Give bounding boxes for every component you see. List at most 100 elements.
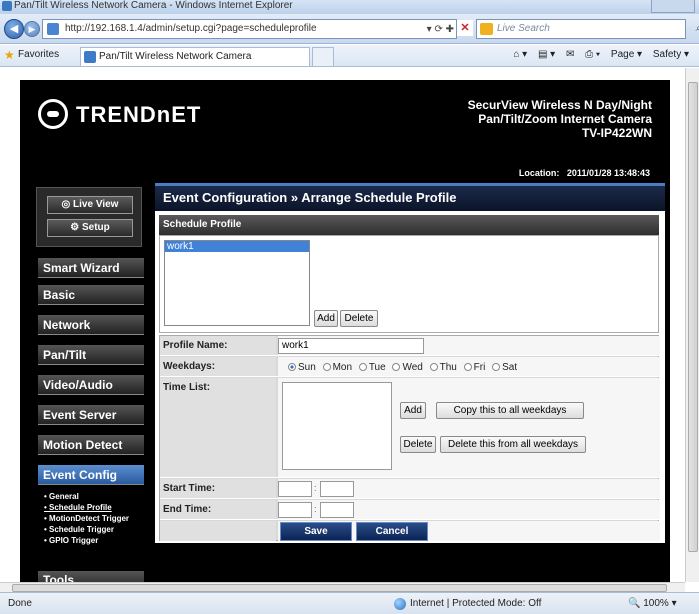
add-time-button[interactable]: Add — [400, 402, 426, 419]
home-icon[interactable]: ⌂ ▾ — [513, 49, 527, 60]
start-time-row: Start Time: : — [160, 479, 660, 499]
submenu-gpio-trigger[interactable]: • GPIO Trigger — [44, 535, 129, 546]
tab-page-icon — [84, 51, 96, 63]
profile-list-item[interactable]: work1 — [165, 241, 309, 252]
copy-to-all-weekdays-button[interactable]: Copy this to all weekdays — [436, 402, 584, 419]
weekday-radios: Sun Mon Tue Wed Thu Fri Sat — [284, 362, 517, 373]
time-separator: : — [314, 483, 317, 493]
menu-video-audio[interactable]: Video/Audio — [38, 375, 144, 395]
main-panel: Event Configuration » Arrange Schedule P… — [155, 183, 665, 543]
menu-motion-detect[interactable]: Motion Detect — [38, 435, 144, 455]
profile-name-row: Profile Name: work1 — [160, 336, 660, 356]
stop-icon[interactable]: ✕ — [457, 20, 473, 36]
page-menu[interactable]: Page ▾ — [611, 49, 642, 60]
weekday-label: Fri — [473, 362, 486, 373]
window-title-bar: Pan/Tilt Wireless Network Camera - Windo… — [0, 0, 699, 14]
scroll-thumb[interactable] — [688, 82, 698, 552]
schedule-profile-header: Schedule Profile — [159, 215, 659, 235]
browser-tab[interactable]: Pan/Tilt Wireless Network Camera — [80, 47, 310, 66]
weekday-label: Sat — [502, 362, 518, 373]
menu-smart-wizard[interactable]: Smart Wizard — [38, 258, 144, 278]
status-text: Done — [8, 598, 32, 609]
window-controls[interactable] — [651, 0, 695, 13]
submenu-schedule-profile[interactable]: • Schedule Profile — [44, 502, 129, 513]
star-icon: ★ — [4, 48, 15, 62]
menu-pan-tilt[interactable]: Pan/Tilt — [38, 345, 144, 365]
weekday-label: Wed — [402, 362, 423, 373]
save-button[interactable]: Save — [280, 522, 352, 541]
cancel-button[interactable]: Cancel — [356, 522, 428, 541]
ie-icon — [2, 1, 12, 11]
setup-button[interactable]: ⚙ Setup — [47, 219, 133, 237]
radio-sat[interactable] — [492, 363, 501, 372]
time-list-label: Time List: — [160, 378, 276, 477]
start-hour-input[interactable] — [278, 481, 312, 497]
search-icon[interactable]: ⌕ — [695, 20, 699, 38]
horizontal-scrollbar[interactable] — [0, 582, 685, 592]
search-input[interactable]: Live Search ⌕ — [476, 19, 699, 39]
radio-mon[interactable] — [322, 363, 331, 372]
live-search-icon — [480, 23, 493, 35]
command-bar: ⌂ ▾ ▤ ▾ ✉ ⎙ ▾ Page ▾ Safety ▾ — [505, 49, 689, 60]
product-model: TV-IP422WN — [581, 126, 652, 140]
radio-sun[interactable] — [288, 363, 296, 372]
submenu-schedule-trigger[interactable]: • Schedule Trigger — [44, 524, 129, 535]
address-bar[interactable]: http://192.168.1.4/admin/setup.cgi?page=… — [42, 19, 457, 39]
new-tab-button[interactable] — [312, 47, 334, 66]
add-profile-button[interactable]: Add — [314, 310, 338, 327]
zone-label: Internet | Protected Mode: Off — [410, 598, 542, 609]
feeds-icon[interactable]: ▤ ▾ — [538, 49, 555, 60]
end-hour-input[interactable] — [278, 502, 312, 518]
print-icon[interactable]: ⎙ ▾ — [585, 49, 600, 60]
address-url: http://192.168.1.4/admin/setup.cgi?page=… — [65, 23, 317, 34]
scroll-thumb[interactable] — [12, 584, 667, 592]
forward-arrow-icon[interactable]: ▶ — [24, 21, 40, 37]
location-info: Location: 2011/01/28 13:48:43 — [519, 168, 650, 178]
address-tools[interactable]: ▾ ⟳ ✚ — [427, 21, 454, 39]
end-minute-input[interactable] — [320, 502, 354, 518]
favorites-button[interactable]: ★ Favorites — [4, 48, 59, 62]
delete-time-button[interactable]: Delete — [400, 436, 436, 453]
menu-event-server[interactable]: Event Server — [38, 405, 144, 425]
submenu-motiondetect-trigger[interactable]: • MotionDetect Trigger — [44, 513, 129, 524]
page-viewport: TRENDnET SecurView Wireless N Day/Night … — [0, 68, 685, 582]
start-time-label: Start Time: — [160, 479, 276, 498]
camera-page: TRENDnET SecurView Wireless N Day/Night … — [20, 80, 670, 582]
product-line-2: Pan/Tilt/Zoom Internet Camera — [478, 112, 652, 126]
mail-icon[interactable]: ✉ — [566, 49, 574, 60]
back-arrow-icon[interactable]: ◀ — [4, 19, 24, 39]
security-zone[interactable]: Internet | Protected Mode: Off — [394, 598, 542, 610]
menu-basic[interactable]: Basic — [38, 285, 144, 305]
page-title: Event Configuration » Arrange Schedule P… — [155, 183, 665, 211]
menu-network[interactable]: Network — [38, 315, 144, 335]
start-minute-input[interactable] — [320, 481, 354, 497]
brand-name: TRENDnET — [76, 102, 202, 127]
radio-wed[interactable] — [392, 363, 401, 372]
view-switcher: ◎ Live View ⚙ Setup — [36, 187, 142, 247]
profile-name-input[interactable]: work1 — [278, 338, 424, 354]
menu-event-config[interactable]: Event Config — [38, 465, 144, 485]
submenu-general[interactable]: • General — [44, 491, 129, 502]
radio-tue[interactable] — [358, 363, 367, 372]
menu-tools[interactable]: Tools — [38, 571, 144, 582]
profile-name-label: Profile Name: — [160, 336, 276, 355]
delete-from-all-weekdays-button[interactable]: Delete this from all weekdays — [440, 436, 586, 453]
vertical-scrollbar[interactable] — [685, 68, 699, 582]
profile-form: Profile Name: work1 Weekdays: Sun Mon Tu… — [159, 335, 660, 541]
page-icon — [47, 23, 59, 35]
product-info: SecurView Wireless N Day/Night Pan/Tilt/… — [468, 98, 652, 140]
profile-list[interactable]: work1 — [164, 240, 310, 326]
radio-fri[interactable] — [463, 363, 472, 372]
live-view-button[interactable]: ◎ Live View — [47, 196, 133, 214]
weekday-label: Sun — [298, 362, 316, 373]
safety-menu[interactable]: Safety ▾ — [653, 49, 689, 60]
radio-thu[interactable] — [429, 363, 438, 372]
product-line-1: SecurView Wireless N Day/Night — [467, 98, 652, 112]
time-list-box[interactable] — [282, 382, 392, 470]
weekday-label: Mon — [332, 362, 353, 373]
delete-profile-button[interactable]: Delete — [340, 310, 378, 327]
trendnet-logo: TRENDnET — [38, 99, 202, 129]
weekdays-label: Weekdays: — [160, 357, 276, 376]
schedule-profile-box: work1 Add Delete — [159, 235, 659, 333]
zoom-level[interactable]: 🔍 100% ▾ — [628, 598, 677, 609]
